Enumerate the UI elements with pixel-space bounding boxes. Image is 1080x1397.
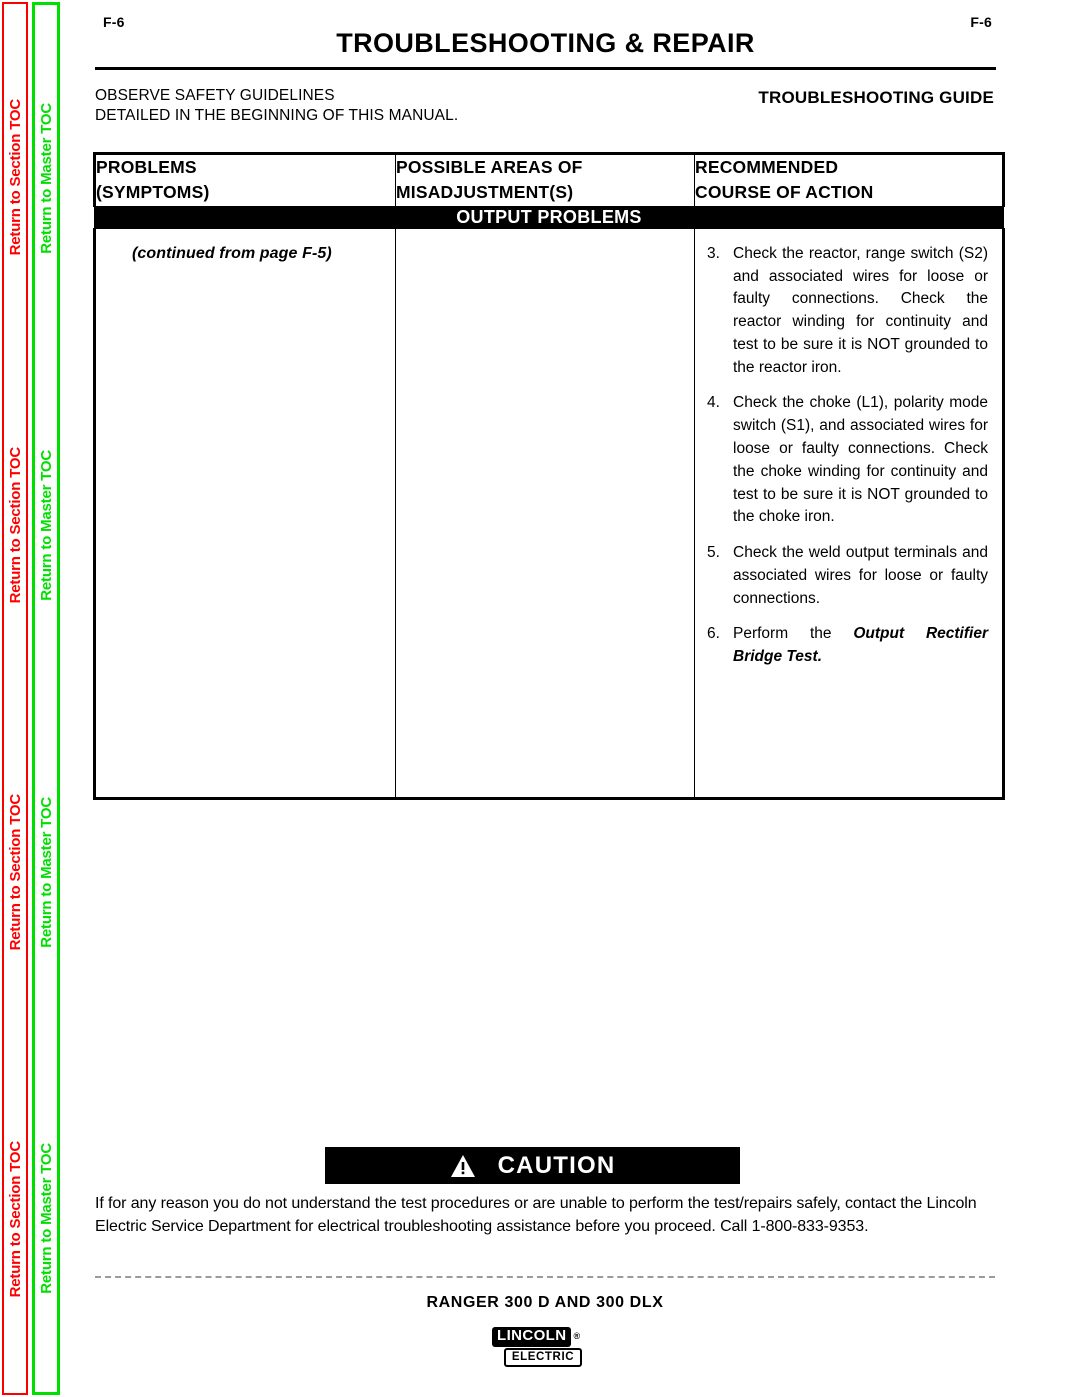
column-header-course-of-action-line2: COURSE OF ACTION (695, 182, 874, 203)
action-text-body: Perform the (733, 625, 854, 643)
action-text-body: Check the choke (L1), polarity mode swit… (733, 394, 988, 526)
safety-line-1: OBSERVE SAFETY GUIDELINES (95, 87, 335, 104)
action-number: 3. (707, 244, 720, 262)
page-title: TROUBLESHOOTING & REPAIR (336, 28, 755, 58)
return-to-master-toc-link[interactable]: Return to Master TOC (38, 791, 55, 954)
table-section-band-row: OUTPUT PROBLEMS (94, 205, 1004, 229)
return-to-master-toc-rail[interactable]: Return to Master TOC Return to Master TO… (32, 2, 60, 1395)
action-text-body: Check the weld output terminals and asso… (733, 544, 988, 607)
return-to-section-toc-rail[interactable]: Return to Section TOC Return to Section … (2, 2, 28, 1395)
action-item: 4. Check the choke (L1), polarity mode s… (707, 392, 988, 529)
column-header-misadjustments-line1: POSSIBLE AREAS OF (396, 157, 583, 177)
troubleshooting-guide-label: TROUBLESHOOTING GUIDE (758, 88, 994, 107)
action-number: 5. (707, 544, 720, 562)
cell-problems: (continued from page F-5) (93, 227, 396, 800)
document-page: F-6 F-6 TROUBLESHOOTING & REPAIR OBSERVE… (93, 0, 1005, 1397)
return-to-section-toc-link[interactable]: Return to Section TOC (7, 788, 24, 956)
action-text: Check the choke (L1), polarity mode swit… (733, 392, 988, 529)
action-item: 3. Check the reactor, range switch (S2) … (707, 243, 988, 380)
caution-label: CAUTION (497, 1151, 616, 1179)
caution-banner: CAUTION (325, 1147, 740, 1184)
action-item: 5. Check the weld output terminals and a… (707, 542, 988, 610)
column-header-problems-line1: PROBLEMS (96, 157, 197, 177)
table-body-row: (continued from page F-5) 3. Check the r… (93, 227, 1005, 800)
action-number: 4. (707, 394, 720, 412)
lincoln-electric-logo: LINCOLN ® ELECTRIC (492, 1327, 602, 1367)
warning-triangle-icon (450, 1154, 475, 1177)
action-text: Perform the Output Rectifier Bridge Test… (733, 623, 988, 669)
return-to-master-toc-link[interactable]: Return to Master TOC (38, 1137, 55, 1300)
column-header-course-of-action: RECOMMENDED COURSE OF ACTION (694, 152, 1005, 207)
column-header-problems-line2: (SYMPTOMS) (96, 182, 210, 203)
continued-from-note: (continued from page F-5) (132, 244, 332, 262)
model-name: RANGER 300 D AND 300 DLX (426, 1294, 664, 1311)
return-to-section-toc-link[interactable]: Return to Section TOC (7, 441, 24, 609)
action-list: 3. Check the reactor, range switch (S2) … (695, 229, 1002, 669)
registered-trademark-icon: ® (573, 1331, 581, 1342)
action-text: Check the reactor, range switch (S2) and… (733, 243, 988, 380)
logo-electric-text: ELECTRIC (504, 1347, 582, 1367)
column-header-problems: PROBLEMS (SYMPTOMS) (93, 152, 396, 207)
troubleshooting-guide-table: PROBLEMS (SYMPTOMS) POSSIBLE AREAS OF MI… (93, 152, 1005, 800)
return-to-section-toc-link[interactable]: Return to Section TOC (7, 93, 24, 261)
safety-line-2: DETAILED IN THE BEGINNING OF THIS MANUAL… (95, 107, 459, 125)
logo-top-row: LINCOLN ® (492, 1327, 602, 1347)
column-header-misadjustments-line2: MISADJUSTMENT(S) (396, 182, 574, 203)
column-header-misadjustments: POSSIBLE AREAS OF MISADJUSTMENT(S) (395, 152, 695, 207)
return-to-master-toc-link[interactable]: Return to Master TOC (38, 444, 55, 607)
section-band-output-problems: OUTPUT PROBLEMS (94, 205, 1004, 229)
logo-lincoln-text: LINCOLN (492, 1327, 572, 1347)
column-header-course-of-action-line1: RECOMMENDED (695, 157, 839, 177)
cell-misadjustments (395, 227, 695, 800)
action-number: 6. (707, 625, 720, 643)
cell-course-of-action: 3. Check the reactor, range switch (S2) … (694, 227, 1005, 800)
table-header-row: PROBLEMS (SYMPTOMS) POSSIBLE AREAS OF MI… (93, 152, 1005, 207)
title-rule (95, 67, 996, 70)
action-item: 6. Perform the Output Rectifier Bridge T… (707, 623, 988, 669)
safety-guidelines-note: OBSERVE SAFETY GUIDELINES DETAILED IN TH… (95, 86, 458, 126)
footer-divider (95, 1276, 995, 1278)
action-text-body: Check the reactor, range switch (S2) and… (733, 244, 988, 376)
return-to-section-toc-link[interactable]: Return to Section TOC (7, 1135, 24, 1303)
action-text: Check the weld output terminals and asso… (733, 542, 988, 610)
return-to-master-toc-link[interactable]: Return to Master TOC (38, 97, 55, 260)
caution-body-text: If for any reason you do not understand … (95, 1195, 977, 1236)
